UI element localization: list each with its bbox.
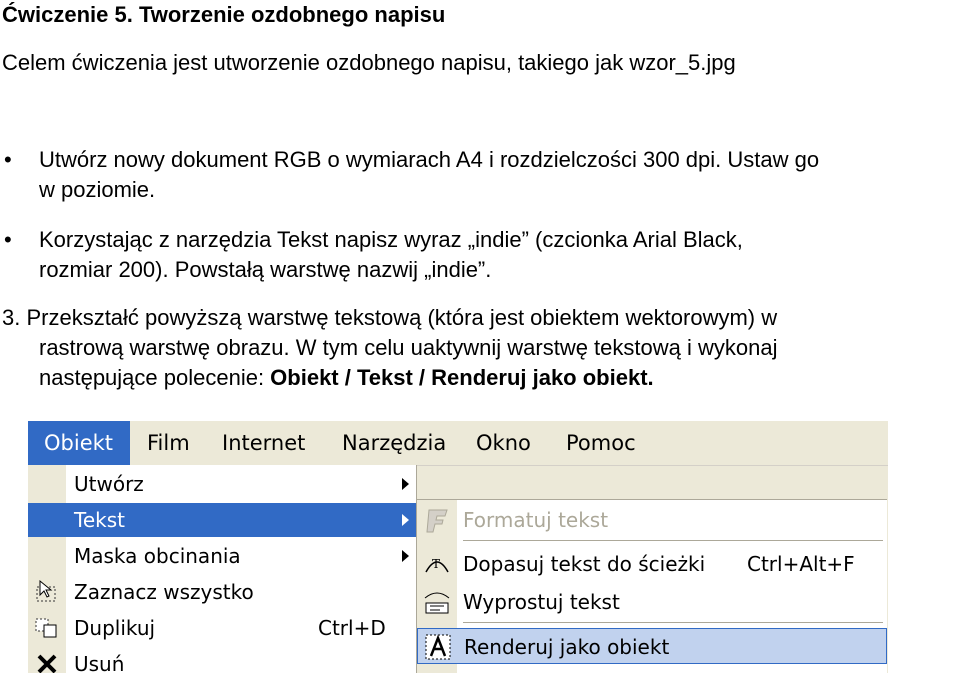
submenu-arrow-icon [402,478,409,490]
step-3: 3. Przekształć powyższą warstwę tekstową… [2,303,952,393]
menu-separator [463,540,883,541]
bullet-line: w poziomie. [39,177,156,202]
menu-obiekt[interactable]: Obiekt [28,421,130,465]
menu-item-label: Tekst [74,508,125,532]
submenu-arrow-icon [402,550,409,562]
menu-bar: Obiekt Film Internet Narzędzia Okno Pomo… [28,421,888,466]
bullet-line: rozmiar 200). Powstałą warstwę nazwij „i… [39,257,492,282]
menu-item-maska-obcinania[interactable]: Maska obcinania [28,539,416,573]
menu-item-usun[interactable]: Usuń [28,647,416,673]
list-item: • Korzystając z narzędzia Tekst napisz w… [0,225,960,285]
menu-screenshot: Obiekt Film Internet Narzędzia Okno Pomo… [28,421,888,673]
submenu-item-wyprostuj-tekst[interactable]: Wyprostuj tekst [417,584,887,620]
delete-icon [37,654,57,673]
menu-item-label: Usuń [74,652,125,673]
text-submenu: Formatuj tekst T Dopasuj tekst do ścieżk… [416,499,887,673]
menu-narzedzia[interactable]: Narzędzia [326,421,462,465]
submenu-item-label: Wyprostuj tekst [463,590,620,614]
bullet-marker: • [4,147,12,172]
menu-item-duplikuj[interactable]: Duplikuj Ctrl+D [28,611,416,645]
menu-item-utworz[interactable]: Utwórz [28,467,416,501]
menu-pomoc[interactable]: Pomoc [550,421,652,465]
intro-text: Celem ćwiczenia jest utworzenie ozdobneg… [2,50,736,75]
submenu-item-label: Dopasuj tekst do ścieżki [463,552,706,576]
straighten-text-icon [424,592,450,614]
text-path-icon: T [425,557,449,573]
format-text-icon [426,509,448,533]
duplicate-icon [35,618,57,638]
object-menu: Utwórz Tekst Maska obcinania Zaznacz wsz… [28,465,417,673]
menu-internet[interactable]: Internet [206,421,321,465]
bullet-line: Korzystając z narzędzia Tekst napisz wyr… [39,227,743,252]
page-title: Ćwiczenie 5. Tworzenie ozdobnego napisu [2,2,446,27]
list-item: • Utwórz nowy dokument RGB o wymiarach A… [0,145,960,205]
step-line: rastrową warstwę obrazu. W tym celu uakt… [39,335,778,360]
submenu-item-label: Formatuj tekst [463,508,609,532]
menu-film[interactable]: Film [131,421,206,465]
bullet-line: Utwórz nowy dokument RGB o wymiarach A4 … [39,147,820,172]
select-all-icon [36,579,56,602]
submenu-item-dopasuj-tekst[interactable]: T Dopasuj tekst do ścieżki Ctrl+Alt+F [417,546,887,582]
step-command: Obiekt / Tekst / Renderuj jako obiekt. [270,365,654,390]
submenu-item-label: Renderuj jako obiekt [464,635,670,659]
menu-item-label: Maska obcinania [74,544,241,568]
menu-item-zaznacz-wszystko[interactable]: Zaznacz wszystko [28,575,416,609]
submenu-item-formatuj-tekst[interactable]: Formatuj tekst [417,502,887,538]
render-object-icon [425,634,451,660]
svg-text:T: T [432,557,440,571]
menu-okno[interactable]: Okno [460,421,547,465]
menu-item-shortcut: Ctrl+D [318,616,386,640]
step-line: 3. Przekształć powyższą warstwę tekstową… [2,305,778,330]
bullet-list: • Utwórz nowy dokument RGB o wymiarach A… [0,145,960,305]
menu-item-label: Utwórz [74,472,144,496]
step-line-command: następujące polecenie: Obiekt / Tekst / … [2,363,952,393]
menu-item-tekst[interactable]: Tekst [28,503,416,537]
submenu-item-shortcut: Ctrl+Alt+F [747,552,855,576]
menu-separator [463,622,883,623]
step-command-prefix: następujące polecenie: [39,365,271,390]
submenu-arrow-icon [402,514,409,526]
bullet-marker: • [4,227,12,252]
menu-item-label: Duplikuj [74,616,156,640]
submenu-item-renderuj-jako-obiekt[interactable]: Renderuj jako obiekt [417,628,887,664]
menu-item-label: Zaznacz wszystko [74,580,254,604]
